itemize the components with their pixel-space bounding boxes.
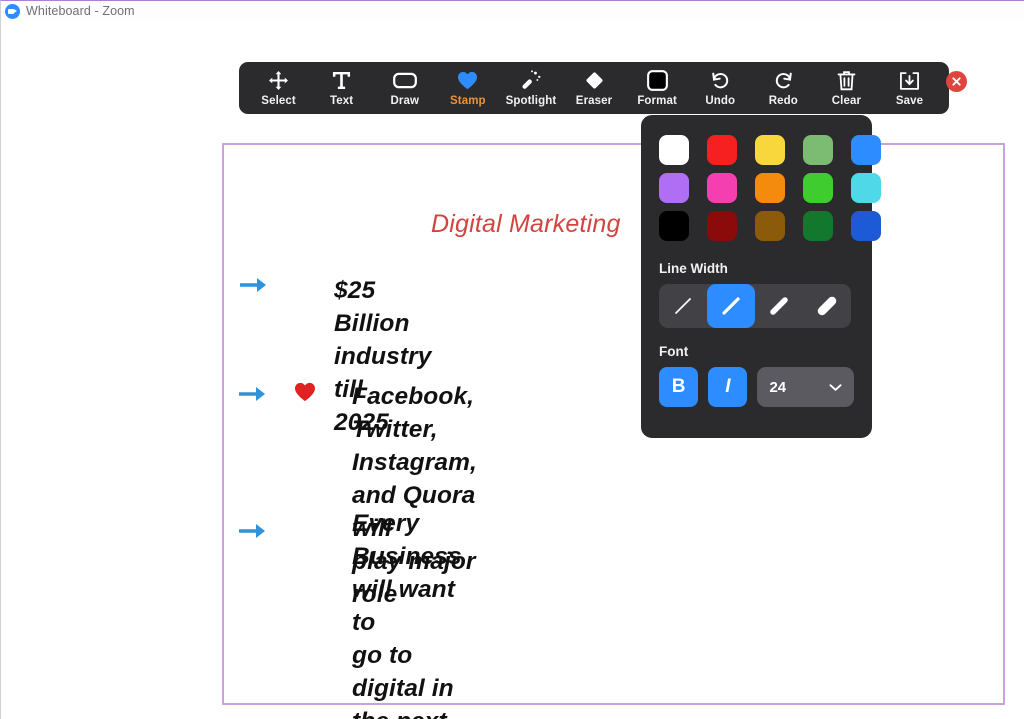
bold-button[interactable]: B — [659, 367, 699, 407]
redo-arrow-icon — [773, 70, 794, 92]
save-download-icon — [899, 70, 920, 92]
tool-stamp-label: Stamp — [450, 94, 486, 107]
tool-draw[interactable]: Draw — [373, 62, 436, 114]
tool-stamp[interactable]: Stamp — [436, 62, 499, 114]
trash-icon — [837, 70, 856, 92]
text-t-icon — [332, 70, 351, 92]
whiteboard-window: Whiteboard - Zoom Digital Marketing $25 … — [0, 0, 1024, 719]
line-width-option-1[interactable] — [659, 284, 707, 328]
heart-icon — [457, 70, 478, 92]
bullet-3-text[interactable]: Every Business will want to go to digita… — [352, 507, 462, 719]
color-swatch-black[interactable] — [659, 211, 689, 241]
tool-spotlight-label: Spotlight — [505, 94, 557, 107]
color-swatch-brown[interactable] — [755, 211, 785, 241]
font-size-dropdown[interactable]: 24 — [757, 367, 854, 407]
color-swatch-dark-red[interactable] — [707, 211, 737, 241]
bullet-3-line-2: go to digital in the next five — [352, 642, 454, 719]
red-heart-stamp[interactable] — [294, 382, 316, 402]
tool-format[interactable]: Format — [626, 62, 689, 114]
font-options: B I 24 — [659, 367, 854, 407]
tool-select[interactable]: Select — [247, 62, 310, 114]
close-button[interactable] — [946, 71, 967, 92]
tool-undo-label: Undo — [705, 94, 736, 107]
tool-draw-label: Draw — [390, 94, 419, 107]
blue-arrow-stamp[interactable] — [239, 385, 265, 403]
line-width-option-2[interactable] — [707, 284, 755, 328]
color-swatch-cyan[interactable] — [851, 173, 881, 203]
black-square-icon — [646, 70, 668, 92]
undo-arrow-icon — [710, 70, 731, 92]
color-swatch-yellow[interactable] — [755, 135, 785, 165]
line-width-option-4[interactable] — [803, 284, 851, 328]
tool-undo[interactable]: Undo — [689, 62, 752, 114]
tool-select-label: Select — [261, 94, 296, 107]
whiteboard-toolbar: Select Text Draw Stamp Spotlight Eraser … — [239, 62, 949, 114]
color-swatch-dark-blue[interactable] — [851, 211, 881, 241]
color-swatch-pink[interactable] — [707, 173, 737, 203]
format-panel: Line Width Font B I 24 — [641, 115, 881, 438]
title-bar: Whiteboard - Zoom — [1, 1, 1024, 21]
move-arrows-icon — [269, 70, 289, 92]
tool-redo[interactable]: Redo — [752, 62, 815, 114]
line-width-option-3[interactable] — [755, 284, 803, 328]
rounded-rect-icon — [392, 70, 417, 92]
color-swatch-dark-green[interactable] — [803, 211, 833, 241]
color-swatch-green[interactable] — [803, 173, 833, 203]
line-width-options — [659, 284, 851, 328]
close-x-icon — [952, 77, 961, 86]
tool-text-label: Text — [330, 94, 354, 107]
font-label: Font — [659, 344, 689, 359]
font-size-value: 24 — [769, 378, 787, 396]
color-swatch-light-green[interactable] — [803, 135, 833, 165]
zoom-logo-icon — [5, 3, 20, 19]
tool-save-label: Save — [895, 94, 924, 107]
bullet-3-line-1: Every Business will want to — [352, 510, 462, 636]
tool-eraser[interactable]: Eraser — [562, 62, 625, 114]
color-swatch-white[interactable] — [659, 135, 689, 165]
magic-wand-icon — [520, 70, 541, 92]
slide-title[interactable]: Digital Marketing — [431, 210, 621, 239]
tool-format-label: Format — [637, 94, 677, 107]
color-swatch-blue[interactable] — [851, 135, 881, 165]
bullet-2-line-1: Facebook, Twitter, — [352, 383, 475, 443]
blue-arrow-stamp[interactable] — [240, 276, 266, 294]
chevron-down-icon — [829, 383, 842, 391]
line-width-label: Line Width — [659, 261, 728, 276]
color-swatch-purple[interactable] — [659, 173, 689, 203]
italic-button[interactable]: I — [708, 367, 748, 407]
color-swatch-orange[interactable] — [755, 173, 785, 203]
tool-spotlight[interactable]: Spotlight — [499, 62, 562, 114]
tool-redo-label: Redo — [768, 94, 798, 107]
eraser-diamond-icon — [584, 70, 605, 92]
tool-text[interactable]: Text — [310, 62, 373, 114]
window-title: Whiteboard - Zoom — [26, 4, 135, 18]
tool-save[interactable]: Save — [878, 62, 941, 114]
tool-eraser-label: Eraser — [575, 94, 613, 107]
tool-clear-label: Clear — [831, 94, 862, 107]
color-swatch-grid — [659, 135, 881, 243]
color-swatch-red[interactable] — [707, 135, 737, 165]
blue-arrow-stamp[interactable] — [239, 522, 265, 540]
tool-clear[interactable]: Clear — [815, 62, 878, 114]
